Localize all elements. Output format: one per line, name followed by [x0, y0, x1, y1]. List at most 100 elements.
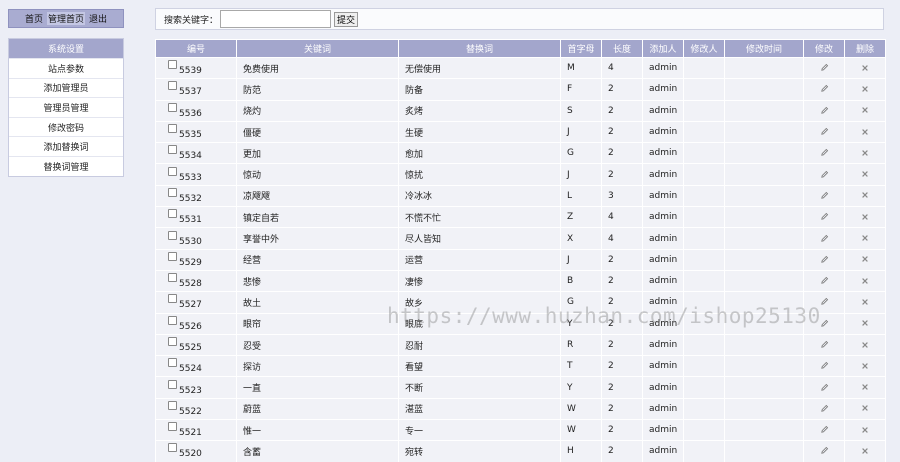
nav-admin-home-link[interactable]: 管理首页 — [46, 12, 85, 25]
cell-replace: 生硬 — [399, 121, 560, 143]
cell-adder: admin — [643, 100, 683, 121]
cell-id: 5532 — [156, 185, 236, 207]
row-checkbox[interactable] — [168, 379, 177, 389]
cell-initial: M — [561, 58, 601, 79]
pencil-icon[interactable] — [820, 340, 829, 350]
pencil-icon[interactable] — [820, 148, 829, 158]
row-id: 5523 — [179, 385, 202, 396]
close-icon[interactable] — [861, 255, 869, 265]
pencil-icon[interactable] — [820, 234, 829, 244]
menu-add-replace-word[interactable]: 添加替换词 — [9, 136, 123, 156]
pencil-icon[interactable] — [820, 63, 829, 73]
cell-id: 5525 — [156, 334, 236, 356]
close-icon[interactable] — [861, 361, 869, 371]
row-checkbox[interactable] — [168, 209, 177, 219]
cell-initial: F — [561, 79, 601, 100]
pencil-icon[interactable] — [820, 191, 829, 201]
row-checkbox[interactable] — [168, 251, 177, 261]
table-row: 5523 一直 不断 Y 2 admin — [156, 377, 885, 398]
cell-id: 5537 — [156, 79, 236, 100]
close-icon[interactable] — [861, 404, 869, 414]
cell-id: 5521 — [156, 420, 236, 441]
cell-keyword: 含蓄 — [237, 441, 398, 462]
cell-adder: admin — [643, 270, 683, 292]
cell-replace: 炙烤 — [399, 100, 560, 121]
cell-replace: 愈加 — [399, 143, 560, 164]
close-icon[interactable] — [861, 127, 869, 137]
menu-site-params[interactable]: 站点参数 — [9, 58, 123, 78]
close-icon[interactable] — [861, 446, 869, 456]
close-icon[interactable] — [861, 191, 869, 201]
cell-adder: admin — [643, 398, 683, 420]
close-icon[interactable] — [861, 63, 869, 73]
cell-modifier — [684, 441, 724, 462]
edit-cell — [804, 79, 844, 100]
menu-replace-word-manage[interactable]: 替换词管理 — [9, 155, 123, 176]
menu-admin-manage[interactable]: 管理员管理 — [9, 97, 123, 117]
search-input[interactable] — [220, 10, 332, 28]
row-checkbox[interactable] — [168, 294, 177, 304]
pencil-icon[interactable] — [820, 212, 829, 222]
pencil-icon[interactable] — [820, 425, 829, 435]
pencil-icon[interactable] — [820, 404, 829, 414]
close-icon[interactable] — [861, 84, 869, 94]
close-icon[interactable] — [861, 297, 869, 307]
row-checkbox[interactable] — [168, 187, 177, 197]
pencil-icon[interactable] — [820, 276, 829, 286]
replace-word-table: 编号 关键词 替换词 首字母 长度 添加人 修改人 修改时间 修改 删除 553… — [155, 39, 886, 462]
close-icon[interactable] — [861, 276, 869, 286]
col-modifier-header: 修改人 — [684, 40, 724, 57]
menu-change-password[interactable]: 修改密码 — [9, 116, 123, 137]
close-icon[interactable] — [861, 425, 869, 435]
cell-length: 4 — [602, 58, 642, 79]
pencil-icon[interactable] — [820, 361, 829, 371]
row-checkbox[interactable] — [168, 315, 177, 325]
row-checkbox[interactable] — [168, 273, 177, 283]
cell-replace: 湛蓝 — [399, 398, 560, 420]
pencil-icon[interactable] — [820, 255, 829, 265]
cell-modifier — [684, 228, 724, 249]
row-checkbox[interactable] — [168, 400, 177, 410]
cell-modifier — [684, 313, 724, 334]
row-checkbox[interactable] — [168, 145, 177, 155]
menu-add-admin[interactable]: 添加管理员 — [9, 77, 123, 98]
delete-cell — [845, 270, 885, 292]
row-checkbox[interactable] — [168, 358, 177, 368]
close-icon[interactable] — [861, 170, 869, 180]
nav-home-link[interactable]: 首页 — [24, 12, 44, 25]
row-checkbox[interactable] — [168, 102, 177, 112]
close-icon[interactable] — [861, 319, 869, 329]
close-icon[interactable] — [861, 383, 869, 393]
nav-logout-link[interactable]: 退出 — [88, 12, 108, 25]
close-icon[interactable] — [861, 106, 869, 116]
submit-button[interactable]: 提交 — [334, 11, 359, 27]
pencil-icon[interactable] — [820, 446, 829, 456]
pencil-icon[interactable] — [820, 170, 829, 180]
pencil-icon[interactable] — [820, 127, 829, 137]
close-icon[interactable] — [861, 212, 869, 222]
pencil-icon[interactable] — [820, 106, 829, 116]
row-checkbox[interactable] — [168, 443, 177, 453]
pencil-icon[interactable] — [820, 383, 829, 393]
row-checkbox[interactable] — [168, 60, 177, 70]
close-icon[interactable] — [861, 148, 869, 158]
row-checkbox[interactable] — [168, 81, 177, 91]
cell-initial: J — [561, 249, 601, 270]
col-delete-header: 删除 — [845, 40, 885, 57]
row-checkbox[interactable] — [168, 230, 177, 240]
row-checkbox[interactable] — [168, 124, 177, 134]
close-icon[interactable] — [861, 234, 869, 244]
row-checkbox[interactable] — [168, 422, 177, 432]
row-checkbox[interactable] — [168, 337, 177, 346]
pencil-icon[interactable] — [820, 297, 829, 307]
edit-cell — [804, 228, 844, 249]
close-icon[interactable] — [861, 340, 869, 350]
pencil-icon[interactable] — [820, 84, 829, 94]
edit-cell — [804, 270, 844, 292]
row-checkbox[interactable] — [168, 166, 177, 176]
cell-id: 5524 — [156, 356, 236, 377]
cell-adder: admin — [643, 143, 683, 164]
pencil-icon[interactable] — [820, 319, 829, 329]
delete-cell — [845, 398, 885, 420]
cell-modifier — [684, 249, 724, 270]
